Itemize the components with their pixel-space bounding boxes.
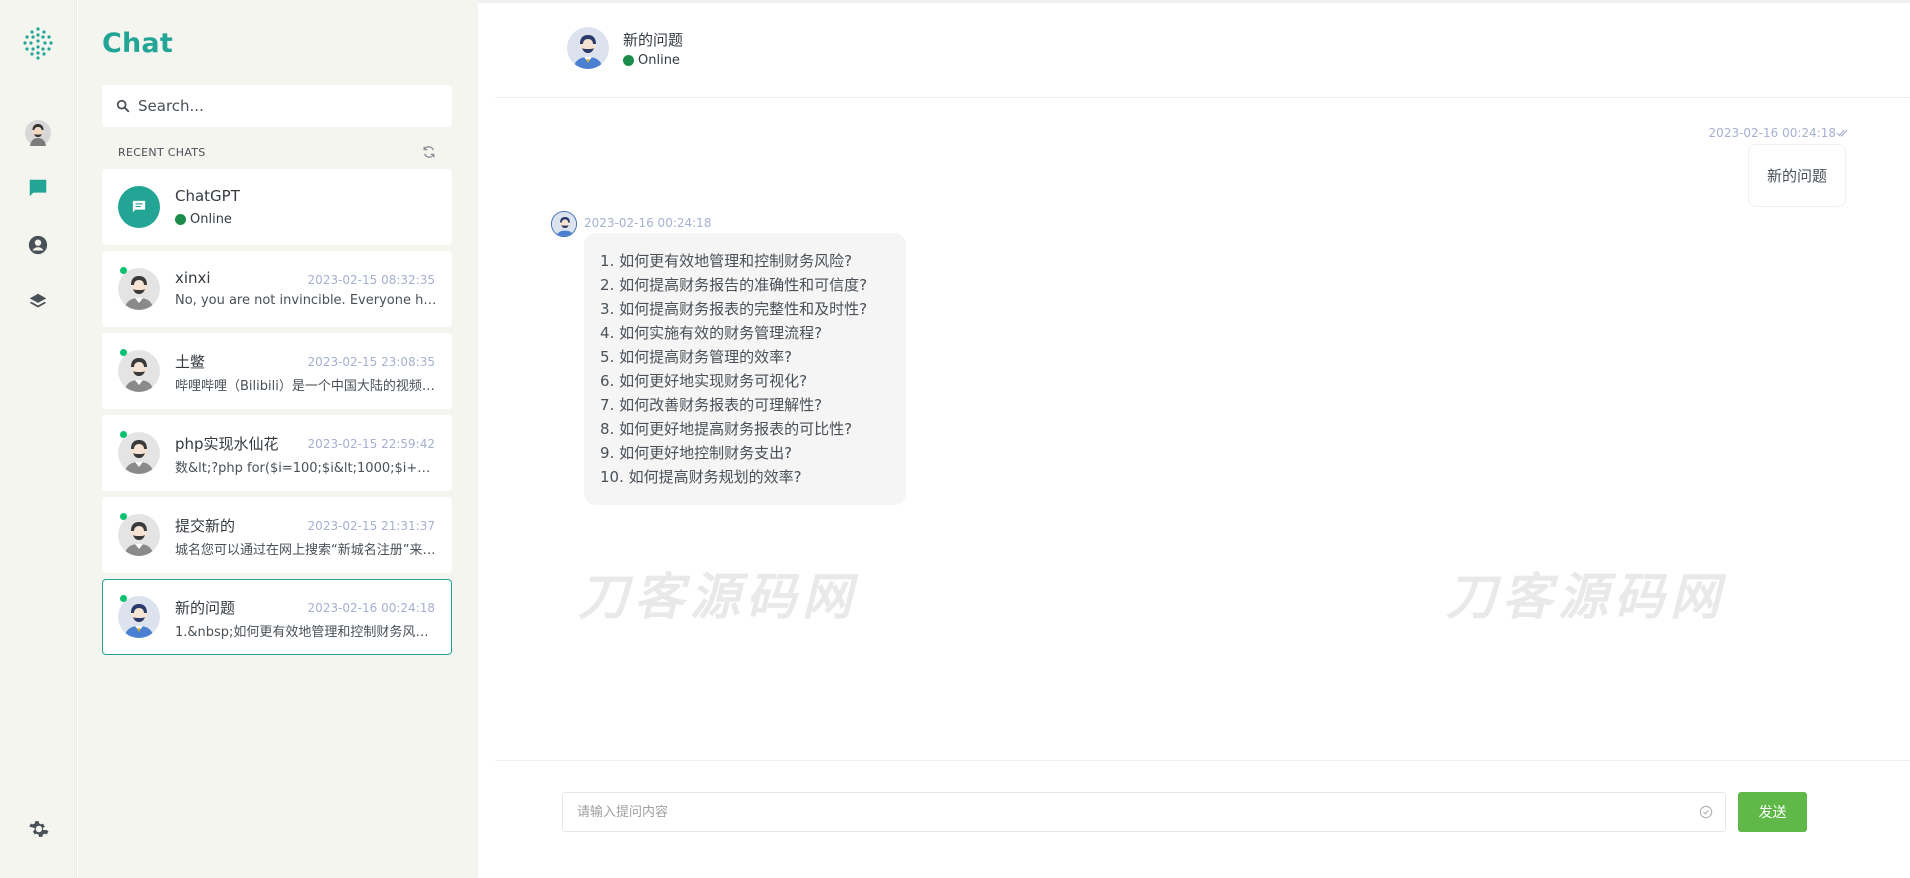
presence-dot-icon	[120, 267, 127, 274]
contacts-nav-icon[interactable]	[22, 229, 54, 261]
presence-dot-icon	[120, 513, 127, 520]
chat-time: 2023-02-15 08:32:35	[307, 273, 435, 287]
answer-line: 7. 如何改善财务报表的可理解性?	[600, 396, 823, 414]
chat-status: Online	[175, 212, 232, 227]
answer-line: 3. 如何提高财务报表的完整性和及时性?	[600, 300, 868, 318]
chat-bubble-icon	[132, 200, 146, 213]
answer-line: 2. 如何提高财务报告的准确性和可信度?	[600, 276, 868, 294]
sent-message-time: 2023-02-16 00:24:18	[1709, 126, 1848, 140]
chat-item-tubie[interactable]: 土鳖 2023-02-15 23:08:35 哔哩哔哩（Bilibili）是一个…	[102, 333, 452, 409]
check-circle-icon	[1699, 805, 1713, 819]
chat-time: 2023-02-16 00:24:18	[307, 601, 435, 615]
chat-item-chatgpt[interactable]: ChatGPT Online	[102, 169, 452, 245]
user-avatar-icon	[118, 514, 160, 556]
answer-line: 1. 如何更有效地管理和控制财务风险?	[600, 252, 853, 270]
chat-time: 2023-02-15 21:31:37	[307, 519, 435, 533]
presence-dot-icon	[120, 431, 127, 438]
user-avatar-icon	[118, 268, 160, 310]
user-avatar-blue-icon	[118, 596, 160, 638]
online-dot-icon	[175, 214, 186, 225]
watermark-right: 刀客源码网	[1446, 568, 1726, 626]
sent-message-bubble: 新的问题	[1747, 144, 1846, 207]
chat-preview: 数&lt;?php for($i=100;$i&lt;1000;$i++){	[175, 461, 437, 476]
send-button[interactable]: 发送	[1738, 792, 1807, 832]
user-avatar-icon	[118, 432, 160, 474]
chat-name: ChatGPT	[175, 187, 240, 205]
answer-line: 8. 如何更好地提高财务报表的可比性?	[600, 420, 853, 438]
user-avatar-icon	[118, 350, 160, 392]
presence-dot-icon	[120, 349, 127, 356]
chat-name: 提交新的	[175, 517, 236, 535]
chat-name: xinxi	[175, 269, 211, 287]
conversation-header: 新的问题 Online	[495, 3, 1910, 98]
chat-name: 土鳖	[175, 353, 206, 371]
settings-gear-icon[interactable]	[22, 813, 54, 845]
chat-preview: 城名您可以通过在网上搜索“新城名注册”来找到	[175, 543, 437, 558]
app-logo-icon[interactable]	[21, 26, 55, 60]
message-field[interactable]	[562, 792, 1726, 832]
profile-avatar-icon[interactable]	[22, 117, 54, 149]
conversation-title: 新的问题	[623, 31, 684, 49]
conversation-status: Online	[623, 53, 680, 68]
refresh-icon[interactable]	[422, 144, 436, 163]
panel-title: Chat	[102, 28, 173, 59]
chat-name: 新的问题	[175, 599, 236, 617]
received-message-time: 2023-02-16 00:24:18	[584, 216, 712, 230]
chat-name: php实现水仙花	[175, 435, 279, 453]
bot-avatar-icon	[551, 211, 577, 237]
chat-list-panel: Chat RECENT CHATS ChatGPT Online xinxi 2…	[78, 0, 478, 878]
chat-item-new-question[interactable]: 新的问题 2023-02-16 00:24:18 1.&nbsp;如何更有效地管…	[102, 579, 452, 655]
answer-line: 6. 如何更好地实现财务可视化?	[600, 372, 808, 390]
search-box[interactable]	[102, 85, 452, 127]
answer-line: 9. 如何更好地控制财务支出?	[600, 444, 793, 462]
chatgpt-avatar	[118, 186, 160, 228]
double-check-icon	[1836, 129, 1848, 137]
chat-item-submit[interactable]: 提交新的 2023-02-15 21:31:37 城名您可以通过在网上搜索“新城…	[102, 497, 452, 573]
search-icon	[116, 99, 130, 113]
contact-avatar-icon[interactable]	[567, 27, 609, 69]
answer-line: 10. 如何提高财务规划的效率?	[600, 468, 802, 486]
chat-time: 2023-02-15 23:08:35	[307, 355, 435, 369]
layers-nav-icon[interactable]	[22, 286, 54, 318]
conversation-area: 新的问题 Online 2023-02-16 00:24:18 新的问题 202…	[478, 0, 1910, 878]
chat-preview: 1.&nbsp;如何更有效地管理和控制财务风险？	[175, 625, 437, 640]
online-dot-icon	[623, 55, 634, 66]
search-input[interactable]	[138, 97, 438, 115]
answer-line: 4. 如何实施有效的财务管理流程?	[600, 324, 823, 342]
received-message-bubble: 1. 如何更有效地管理和控制财务风险? 2. 如何提高财务报告的准确性和可信度?…	[584, 233, 906, 505]
chat-time: 2023-02-15 22:59:42	[307, 437, 435, 451]
chats-nav-icon[interactable]	[22, 172, 54, 204]
message-composer: 发送	[495, 760, 1910, 878]
icon-rail	[0, 0, 77, 878]
chat-preview: No, you are not invincible. Everyone has…	[175, 293, 437, 308]
chat-preview: 哔哩哔哩（Bilibili）是一个中国大陆的视频网站	[175, 379, 437, 394]
watermark-left: 刀客源码网	[578, 568, 858, 626]
recent-chats-heading: RECENT CHATS	[118, 146, 206, 159]
answer-line: 5. 如何提高财务管理的效率?	[600, 348, 793, 366]
chat-item-xinxi[interactable]: xinxi 2023-02-15 08:32:35 No, you are no…	[102, 251, 452, 327]
message-input[interactable]	[577, 793, 1687, 831]
presence-dot-icon	[120, 595, 127, 602]
chat-item-php[interactable]: php实现水仙花 2023-02-15 22:59:42 数&lt;?php f…	[102, 415, 452, 491]
